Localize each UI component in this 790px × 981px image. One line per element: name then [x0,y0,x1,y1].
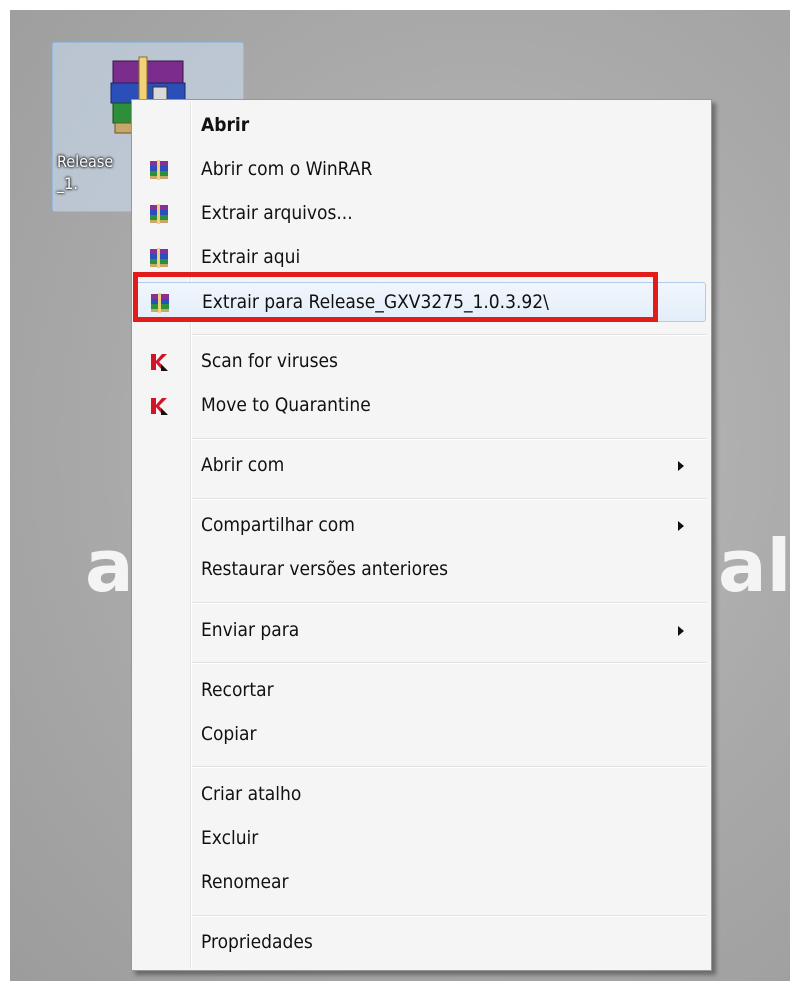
menu-item-label: Compartilhar com [201,514,355,536]
background-text-left: a [85,524,134,608]
menu-item-label: Extrair aqui [201,246,301,268]
red-highlight-annotation [133,272,658,322]
menu-item-compartilhar-com[interactable]: Compartilhar com [134,506,706,546]
menu-item-label: Abrir com o WinRAR [201,158,373,180]
menu-item-label: Restaurar versões anteriores [201,558,449,580]
menu-item-label: Excluir [201,827,259,849]
submenu-arrow-icon [678,521,684,531]
menu-item-label: Scan for viruses [201,350,338,372]
menu-separator [192,498,706,500]
menu-item-label: Propriedades [201,931,313,953]
file-name-line1: Release [57,152,114,171]
menu-separator [192,438,706,440]
menu-item-excluir[interactable]: Excluir [134,819,706,859]
submenu-arrow-icon [678,461,684,471]
menu-item-label: Enviar para [201,619,300,641]
menu-item-criar-atalho[interactable]: Criar atalho [134,775,706,815]
menu-separator [192,915,706,917]
menu-item-propriedades[interactable]: Propriedades [134,923,706,963]
menu-item-label: Abrir [201,114,250,136]
menu-separator [192,602,706,604]
menu-item-label: Abrir com [201,454,285,476]
menu-separator [192,662,706,664]
menu-item-abrir-com-winrar[interactable]: Abrir com o WinRAR [134,150,706,190]
menu-item-label: Recortar [201,679,274,701]
submenu-arrow-icon [678,626,684,636]
background-text-right: al. [718,524,790,608]
menu-item-renomear[interactable]: Renomear [134,863,706,903]
kaspersky-icon [151,398,168,415]
menu-item-recortar[interactable]: Recortar [134,671,706,711]
menu-item-label: Copiar [201,723,257,745]
menu-item-restaurar-versoes[interactable]: Restaurar versões anteriores [134,550,706,590]
winrar-icon [150,204,168,224]
winrar-icon [150,248,168,268]
menu-item-label: Criar atalho [201,783,302,805]
menu-separator [192,766,706,768]
menu-item-copiar[interactable]: Copiar [134,715,706,755]
menu-item-abrir[interactable]: Abrir [134,106,706,146]
menu-item-label: Extrair arquivos... [201,202,353,224]
kaspersky-icon [151,354,168,371]
menu-item-scan-for-viruses[interactable]: Scan for viruses [134,342,706,382]
winrar-icon [150,160,168,180]
menu-item-enviar-para[interactable]: Enviar para [134,611,706,651]
file-name-line2: _1. [57,174,78,193]
menu-item-move-to-quarantine[interactable]: Move to Quarantine [134,386,706,426]
context-menu: Abrir Abrir com o WinRAR Extrair arquivo… [131,99,712,971]
menu-item-extrair-arquivos[interactable]: Extrair arquivos... [134,194,706,234]
menu-item-label: Renomear [201,871,289,893]
menu-item-abrir-com[interactable]: Abrir com [134,446,706,486]
menu-item-label: Move to Quarantine [201,394,371,416]
menu-separator [192,334,706,336]
